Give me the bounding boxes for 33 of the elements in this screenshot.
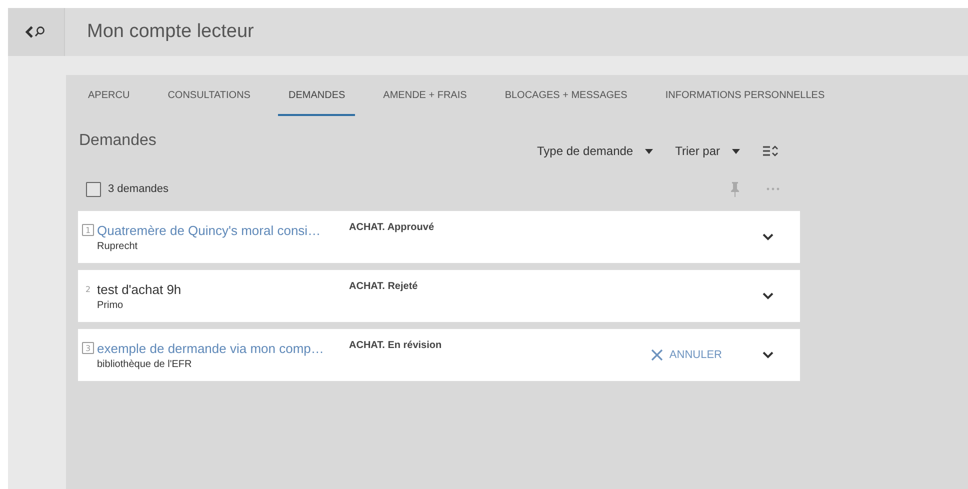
tab[interactable]: AMENDE + FRAIS (373, 75, 477, 116)
close-icon (651, 349, 664, 361)
tab[interactable]: BLOCAGES + MESSAGES (494, 75, 638, 116)
caret-icon (732, 148, 740, 154)
expand-chevron-icon[interactable] (762, 292, 774, 300)
section-title: Demandes (78, 132, 156, 150)
filter-dropdown[interactable]: Trier par (669, 142, 746, 160)
select-all-checkbox[interactable] (86, 182, 101, 196)
title-link[interactable]: exemple de dermande via mon comp… (97, 340, 324, 356)
request-source: Ruprecht (96, 240, 139, 252)
request-status: ACHAT. En révision (349, 339, 443, 351)
request-source: bibliothèque de l'EFR (96, 358, 193, 370)
expand-chevron-icon[interactable] (762, 351, 774, 359)
expand-chevron-icon[interactable] (762, 233, 774, 241)
item-number: 2 (84, 284, 92, 295)
tab[interactable]: DEMANDES (278, 75, 356, 116)
request-title: test d'achat 9h (97, 282, 182, 296)
item-number: 1 (82, 224, 94, 236)
tab[interactable]: APERCU (78, 75, 140, 116)
item-number: 3 (82, 342, 94, 354)
title-link[interactable]: Quatremère de Quincy's moral consi… (97, 222, 321, 238)
request-source: Primo (96, 300, 124, 310)
request-status: ACHAT. Approuvé (349, 221, 435, 233)
page-title: Mon compte lecteur (86, 21, 254, 43)
caret-icon (645, 148, 654, 154)
back-search-icon (25, 25, 47, 39)
filter-dropdown[interactable]: Type de demande (531, 142, 660, 160)
tab[interactable]: CONSULTATIONS (158, 75, 260, 116)
cancel-button[interactable]: ANNULER (651, 349, 722, 361)
request-status: ACHAT. Rejeté (349, 280, 419, 292)
back-search-button[interactable] (8, 8, 65, 56)
request-count: 3 demandes (108, 183, 169, 195)
tab[interactable]: INFORMATIONS PERSONNELLES (655, 75, 835, 116)
